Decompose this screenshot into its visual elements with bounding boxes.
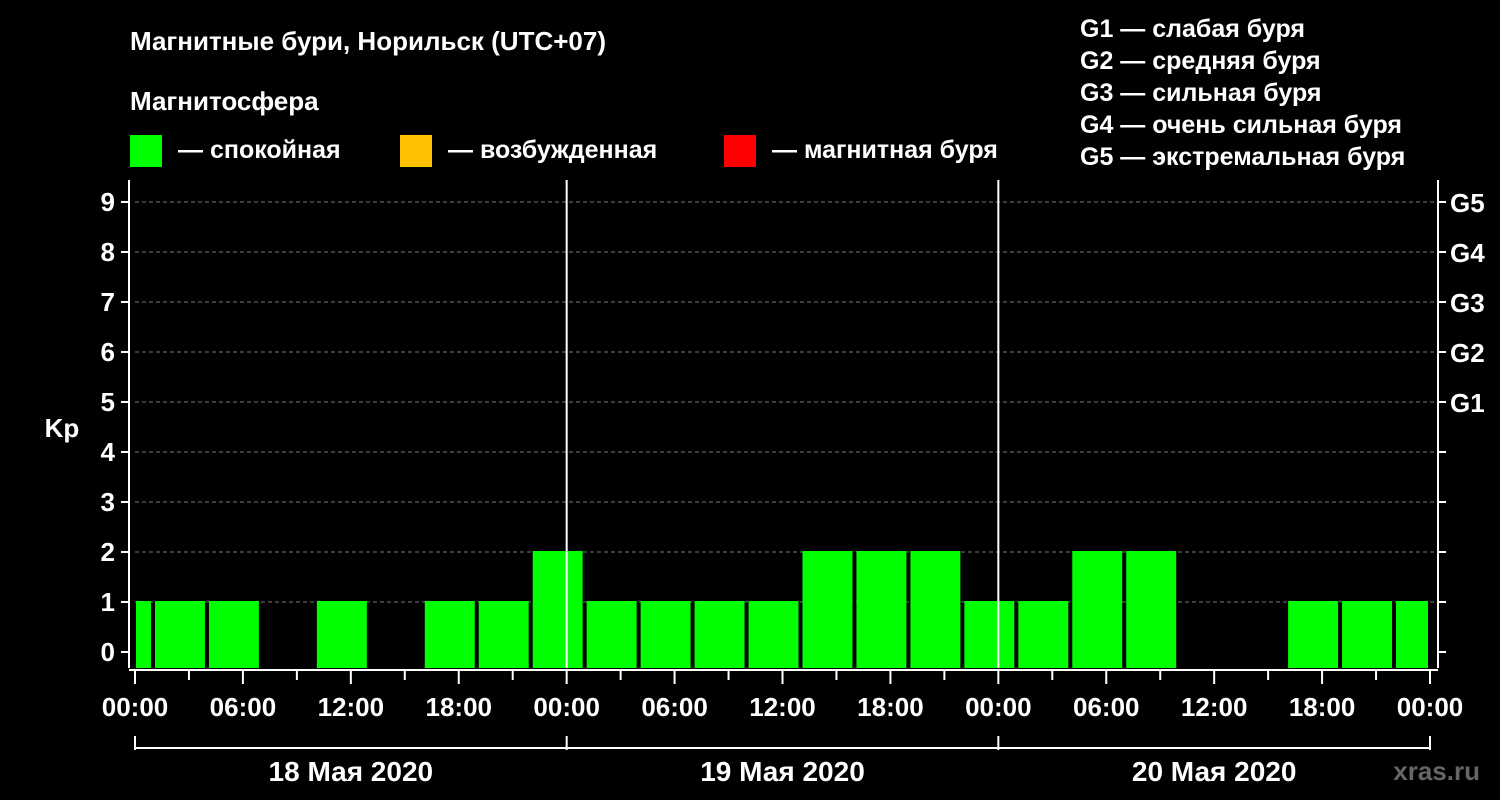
kp-bar <box>1126 551 1177 668</box>
plot-area: 0 1 2 3 4 5 6 7 8 9 G1 G2 G3 G4 G5 00:00 06:00 12:00 18:00… <box>101 180 1485 787</box>
kp-chart: Магнитные бури, Норильск (UTC+07) Магнит… <box>45 15 1486 787</box>
y-axis-label: Kp <box>45 413 80 443</box>
x-tick-label: 12:00 <box>749 692 816 722</box>
kp-bar <box>640 601 691 668</box>
g-tick-label: G3 <box>1450 288 1485 318</box>
x-tick-label: 18:00 <box>1289 692 1356 722</box>
legend-swatch-excited <box>400 135 432 167</box>
y-tick-label: 0 <box>101 637 115 667</box>
kp-bar <box>910 551 961 668</box>
legend-swatch-storm <box>724 135 756 167</box>
site-watermark: xras.ru <box>1393 756 1480 786</box>
x-tick-label: 00:00 <box>1397 692 1464 722</box>
kp-bar <box>802 551 853 668</box>
x-tick-label: 00:00 <box>102 692 169 722</box>
legend-swatch-calm <box>130 135 162 167</box>
y-tick-label: 9 <box>101 187 115 217</box>
g-tick-label: G5 <box>1450 188 1485 218</box>
date-label: 20 Мая 2020 <box>1132 756 1297 787</box>
kp-bar <box>1072 551 1123 668</box>
g-tick-label: G4 <box>1450 238 1485 268</box>
legend-item-storm: — магнитная буря <box>724 135 998 167</box>
kp-bar <box>856 551 907 668</box>
x-tick-label: 18:00 <box>426 692 493 722</box>
kp-bar <box>154 601 205 668</box>
y-tick-label: 2 <box>101 537 115 567</box>
y-tick-label: 6 <box>101 337 115 367</box>
kp-bar <box>532 551 583 668</box>
y-tick-label: 8 <box>101 237 115 267</box>
storm-scale-g3: G3 — сильная буря <box>1080 79 1322 107</box>
kp-bar <box>964 601 1015 668</box>
kp-bar <box>478 601 529 668</box>
storm-scale-g5: G5 — экстремальная буря <box>1080 143 1405 171</box>
kp-bar <box>586 601 637 668</box>
kp-bar <box>136 601 151 668</box>
magnetosphere-label: Магнитосфера <box>130 86 319 116</box>
x-tick-label: 06:00 <box>210 692 277 722</box>
x-tick-label: 06:00 <box>1073 692 1140 722</box>
legend-label-storm: — магнитная буря <box>772 136 998 164</box>
legend-label-excited: — возбужденная <box>448 136 657 164</box>
legend-label-calm: — спокойная <box>178 136 341 164</box>
x-tick-label: 00:00 <box>533 692 600 722</box>
date-label: 19 Мая 2020 <box>700 756 865 787</box>
kp-bar <box>1396 601 1428 668</box>
y-tick-label: 3 <box>101 487 115 517</box>
x-tick-label: 12:00 <box>1181 692 1248 722</box>
y-tick-label: 7 <box>101 287 115 317</box>
kp-bar <box>424 601 475 668</box>
kp-bar <box>316 601 367 668</box>
kp-bar <box>1342 601 1393 668</box>
kp-bar <box>1018 601 1069 668</box>
storm-scale-legend: G1 — слабая буря G2 — средняя буря G3 — … <box>1080 15 1405 171</box>
y-tick-label: 5 <box>101 387 115 417</box>
kp-bar <box>1288 601 1339 668</box>
kp-bar <box>208 601 259 668</box>
x-tick-label: 00:00 <box>965 692 1032 722</box>
kp-bar <box>748 601 799 668</box>
legend-item-excited: — возбужденная <box>400 135 657 167</box>
x-tick-label: 18:00 <box>857 692 924 722</box>
storm-scale-g1: G1 — слабая буря <box>1080 15 1305 43</box>
g-tick-label: G1 <box>1450 388 1485 418</box>
kp-bar <box>694 601 745 668</box>
x-tick-label: 12:00 <box>318 692 385 722</box>
y-tick-label: 1 <box>101 587 115 617</box>
legend-item-calm: — спокойная <box>130 135 341 167</box>
y-tick-label: 4 <box>101 437 116 467</box>
chart-title: Магнитные бури, Норильск (UTC+07) <box>130 26 606 56</box>
x-tick-label: 06:00 <box>641 692 708 722</box>
g-tick-label: G2 <box>1450 338 1485 368</box>
storm-scale-g2: G2 — средняя буря <box>1080 47 1321 75</box>
storm-scale-g4: G4 — очень сильная буря <box>1080 111 1402 139</box>
status-legend: — спокойная — возбужденная — магнитная б… <box>130 135 998 167</box>
date-label: 18 Мая 2020 <box>269 756 434 787</box>
